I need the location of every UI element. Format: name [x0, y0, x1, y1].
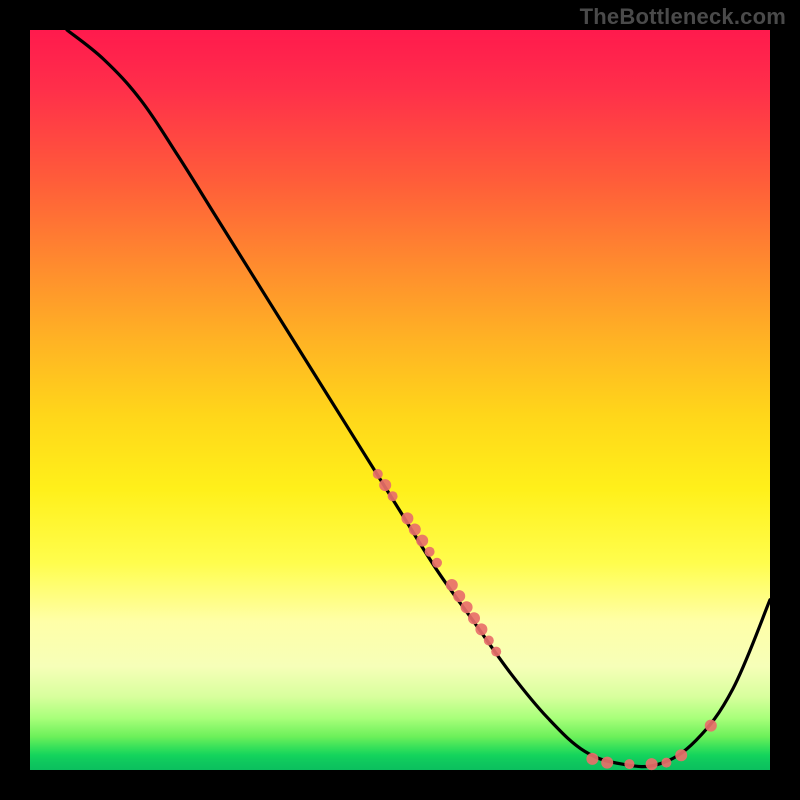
chart-overlay	[30, 30, 770, 770]
marker-point	[453, 590, 465, 602]
marker-point	[416, 535, 428, 547]
marker-point	[661, 758, 671, 768]
marker-point	[425, 547, 435, 557]
marker-point	[409, 524, 421, 536]
watermark-text: TheBottleneck.com	[580, 4, 786, 30]
marker-point	[468, 612, 480, 624]
marker-point	[646, 758, 658, 770]
marker-point	[461, 601, 473, 613]
marker-point	[484, 636, 494, 646]
highlighted-points	[373, 469, 717, 770]
marker-point	[373, 469, 383, 479]
marker-point	[586, 753, 598, 765]
marker-point	[475, 623, 487, 635]
marker-point	[432, 558, 442, 568]
chart-stage: TheBottleneck.com	[0, 0, 800, 800]
marker-point	[601, 757, 613, 769]
marker-point	[491, 647, 501, 657]
plot-area	[30, 30, 770, 770]
bottleneck-curve	[67, 30, 770, 767]
marker-point	[624, 759, 634, 769]
marker-point	[401, 512, 413, 524]
marker-point	[675, 749, 687, 761]
marker-point	[446, 579, 458, 591]
marker-point	[379, 479, 391, 491]
marker-point	[388, 491, 398, 501]
marker-point	[705, 720, 717, 732]
